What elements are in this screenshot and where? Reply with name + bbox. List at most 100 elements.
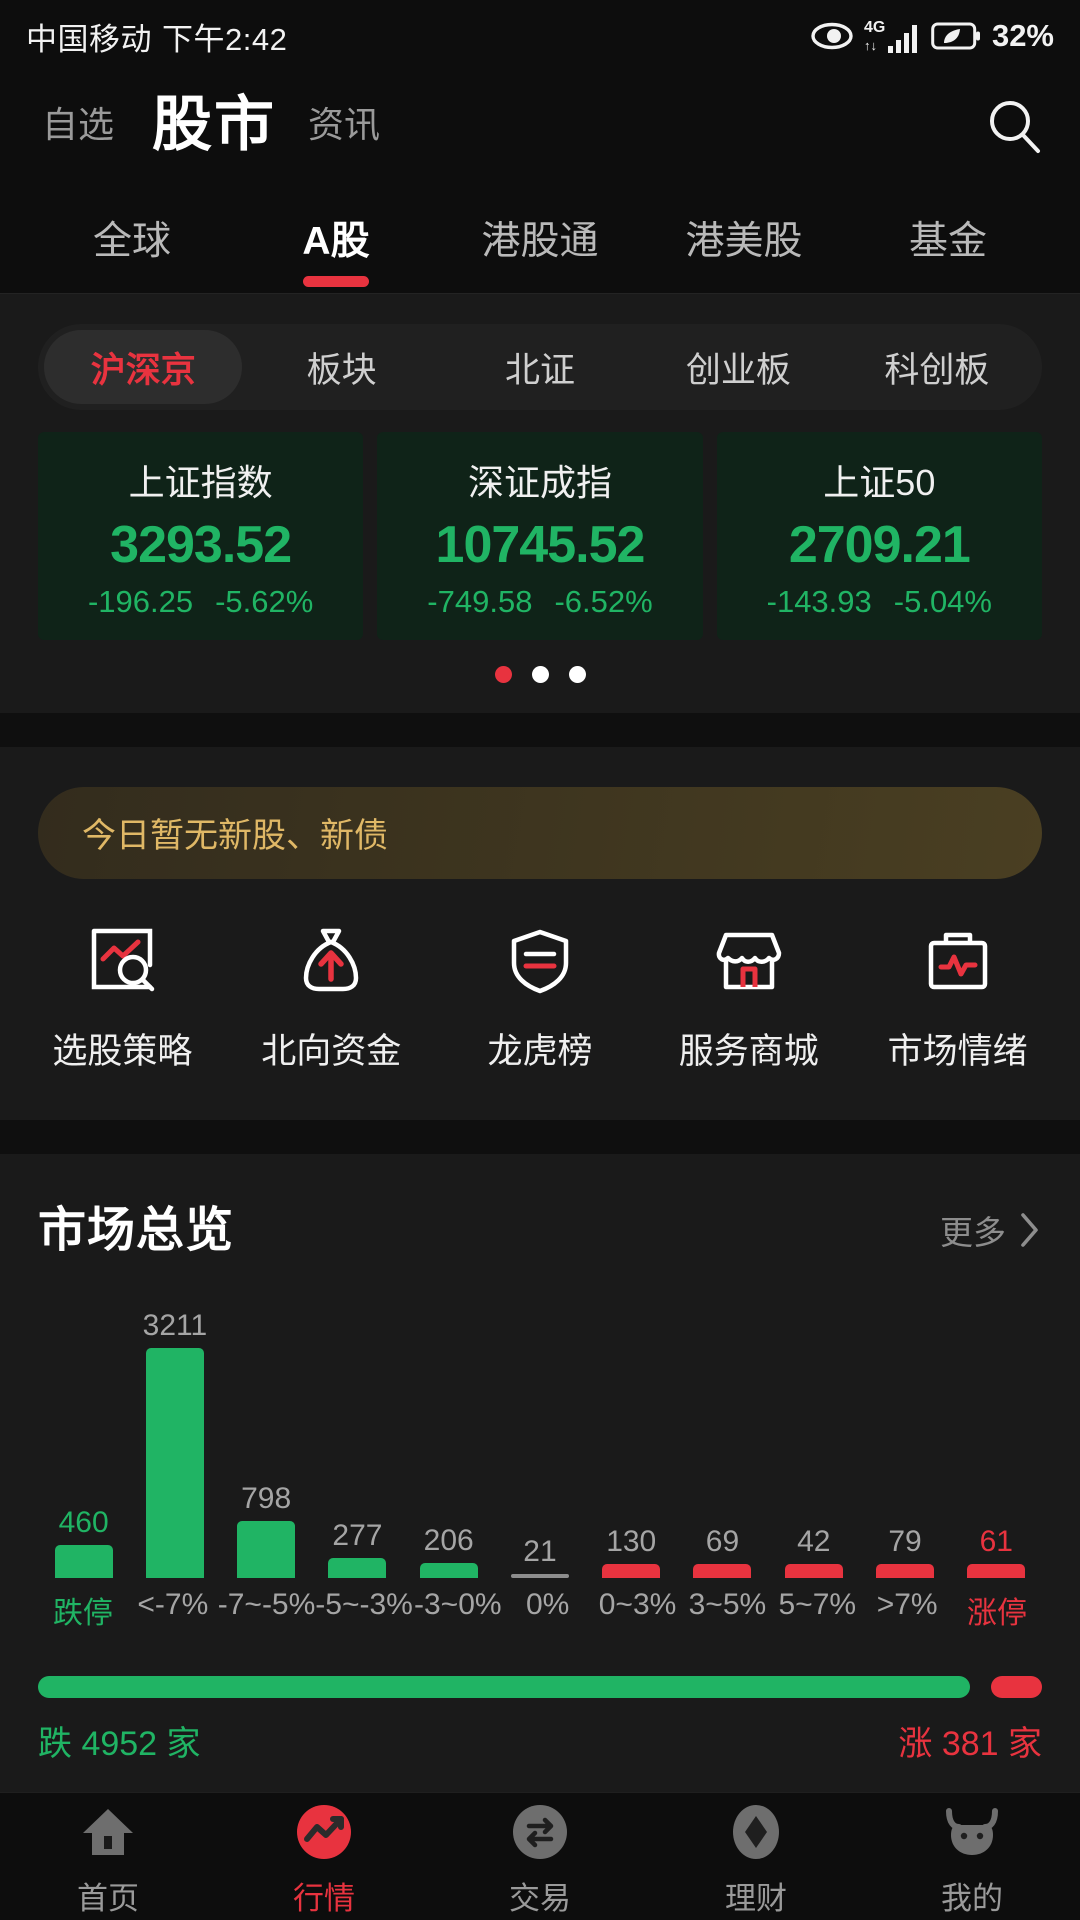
index-name: 上证指数: [128, 462, 273, 503]
chip-hushenjing[interactable]: 沪深京: [44, 330, 243, 404]
quick-action-label: 龙虎榜: [487, 1031, 593, 1071]
ratio-separator: [971, 1673, 990, 1700]
search-icon[interactable]: [980, 92, 1050, 162]
bar-value-label: 61: [979, 1524, 1013, 1558]
nav-item-wealth[interactable]: 理财: [648, 1801, 864, 1920]
tab-hk-us[interactable]: 港美股: [642, 182, 846, 293]
bar-column: 130: [586, 1278, 677, 1578]
bar-column: 79: [859, 1278, 950, 1578]
chip-beijing[interactable]: 北证: [441, 330, 639, 404]
advance-decline-ratio: 跌 4952 家 涨 381 家: [38, 1673, 1042, 1765]
index-card-sse-composite[interactable]: 上证指数 3293.52 -196.25 -5.62%: [38, 432, 364, 640]
advance-bar-segment: [991, 1675, 1042, 1698]
quick-action-market-sentiment[interactable]: 市场情绪: [853, 923, 1062, 1074]
nav-label: 理财: [725, 1881, 787, 1916]
carrier-label: 中国移动: [26, 21, 152, 57]
tab-funds[interactable]: 基金: [846, 182, 1050, 293]
index-value: 10745.52: [435, 516, 646, 574]
header-tab-watchlist[interactable]: 自选: [42, 107, 114, 147]
bar-value-label: 69: [705, 1524, 740, 1558]
bar: [419, 1562, 478, 1578]
quick-action-dragon-tiger-list[interactable]: 龙虎榜: [436, 923, 645, 1074]
bar-value-label: 21: [523, 1534, 557, 1568]
new-issue-banner-text: 今日暂无新股、新债: [82, 817, 388, 856]
home-icon: [77, 1801, 139, 1863]
briefcase-pulse-icon: [920, 923, 996, 999]
nav-label: 我的: [941, 1881, 1003, 1916]
advance-decline-bar: [38, 1673, 1042, 1700]
index-card-szse-component[interactable]: 深证成指 10745.52 -749.58 -6.52%: [377, 432, 703, 640]
market-overview-section: 市场总览 更多 460 3211 798 277 206 21 130 69 42 79 61 跌停…: [0, 1153, 1080, 1765]
section-divider: [0, 1119, 1080, 1154]
chip-chinext[interactable]: 创业板: [639, 330, 837, 404]
quick-action-stock-strategy[interactable]: 选股策略: [18, 923, 227, 1074]
quick-action-label: 北向资金: [261, 1031, 402, 1071]
bar: [784, 1563, 843, 1578]
bar-column: 460: [38, 1278, 129, 1578]
carousel-dot[interactable]: [568, 665, 586, 683]
bar: [967, 1563, 1026, 1578]
index-card-sse-50[interactable]: 上证50 2709.21 -143.93 -5.04%: [716, 432, 1042, 640]
battery-percent-label: 32%: [991, 18, 1054, 53]
clock-label: 下午2:42: [162, 21, 288, 57]
tab-a-shares[interactable]: A股: [234, 182, 438, 293]
bar: [693, 1563, 752, 1578]
page-title: 市场总览: [38, 1203, 235, 1257]
bar-tick-label: 3~5%: [688, 1587, 767, 1621]
content-spacer: [0, 1764, 1080, 1792]
quick-action-label: 服务商城: [678, 1031, 819, 1071]
quick-action-row: 选股策略 北向资金 龙虎榜 服务商城 市场情绪: [0, 878, 1080, 1120]
nav-item-market[interactable]: 行情: [216, 1801, 432, 1920]
distribution-bar-chart-ticks: 跌停 <-7% -7~-5% -5~-3% -3~0% 0% 0~3% 3~5% 5~7% >7%…: [38, 1588, 1042, 1632]
status-bar: 中国移动 下午2:42 4G ↑↓ 32%: [0, 0, 1080, 72]
carousel-dot[interactable]: [531, 665, 549, 683]
new-issue-banner[interactable]: 今日暂无新股、新债: [38, 786, 1042, 879]
bull-icon: [941, 1801, 1003, 1863]
index-change: -196.25: [87, 583, 194, 619]
status-bar-right: 4G ↑↓ 32%: [811, 16, 1054, 56]
filter-chip-row: 沪深京 板块 北证 创业板 科创板: [38, 324, 1042, 410]
nav-label: 首页: [77, 1881, 139, 1916]
header-tab-news[interactable]: 资讯: [308, 107, 380, 147]
nav-item-profile[interactable]: 我的: [864, 1801, 1080, 1920]
decline-count-label: 跌 4952 家: [38, 1724, 201, 1763]
money-bag-arrow-up-icon: [293, 923, 369, 999]
bar-column: 61: [951, 1278, 1042, 1578]
chip-sectors[interactable]: 板块: [242, 330, 440, 404]
signal-icon: 4G ↑↓: [864, 16, 920, 56]
bar-value-label: 130: [606, 1524, 657, 1558]
storefront-icon: [711, 923, 787, 999]
bar-tick-label: 涨停: [967, 1596, 1028, 1630]
index-name: 上证50: [823, 462, 936, 503]
quick-action-northbound-capital[interactable]: 北向资金: [227, 923, 436, 1074]
decline-bar-segment: [38, 1675, 971, 1698]
diamond-icon: [725, 1801, 787, 1863]
index-change: -749.58: [427, 583, 533, 619]
tab-global[interactable]: 全球: [30, 182, 234, 293]
nav-item-home[interactable]: 首页: [0, 1801, 216, 1920]
index-change-row: -143.93 -5.04%: [725, 584, 1034, 620]
bar-column: 277: [312, 1278, 403, 1578]
chip-star-market[interactable]: 科创板: [838, 330, 1036, 404]
app-header: 自选 股市 资讯: [0, 72, 1080, 182]
battery-icon: [931, 21, 981, 51]
more-link[interactable]: 更多: [940, 1206, 1042, 1260]
bar-value-label: 79: [888, 1524, 922, 1558]
bar-column: 69: [677, 1278, 768, 1578]
bar-tick-label: >7%: [876, 1587, 938, 1621]
section-divider: [0, 712, 1080, 747]
carousel-dot[interactable]: [494, 665, 512, 683]
advance-decline-labels: 跌 4952 家 涨 381 家: [38, 1716, 1042, 1765]
header-tab-market[interactable]: 股市: [152, 95, 276, 159]
exchange-icon: [509, 1801, 571, 1863]
quick-action-service-mall[interactable]: 服务商城: [644, 923, 853, 1074]
status-bar-left: 中国移动 下午2:42: [26, 14, 287, 59]
tab-hk-connect[interactable]: 港股通: [438, 182, 642, 293]
nav-label: 交易: [509, 1881, 571, 1916]
bar-column: 3211: [129, 1278, 220, 1578]
index-card-row: 上证指数 3293.52 -196.25 -5.62% 深证成指 10745.5…: [38, 432, 1042, 640]
bar-value-label: 206: [423, 1523, 474, 1557]
bar: [54, 1544, 113, 1578]
nav-item-trade[interactable]: 交易: [432, 1801, 648, 1920]
chevron-right-icon: [1021, 1212, 1038, 1247]
